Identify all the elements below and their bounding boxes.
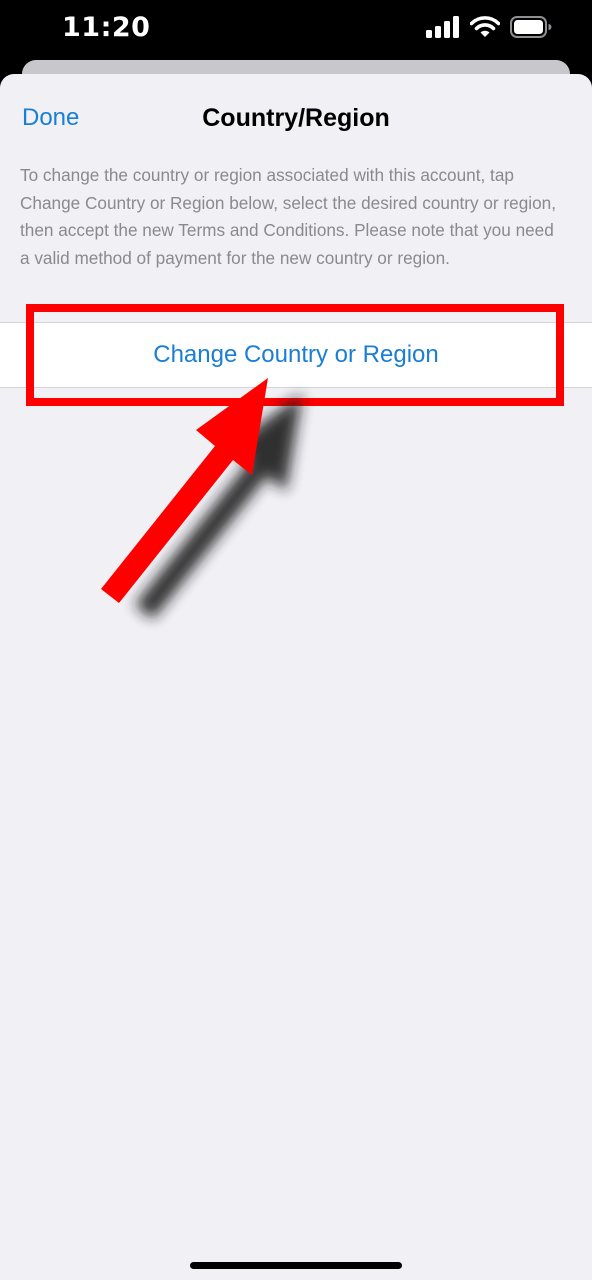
- country-region-sheet: Done Country/Region To change the countr…: [0, 74, 592, 1280]
- home-indicator: [190, 1262, 402, 1269]
- signal-icon: [426, 16, 459, 38]
- done-button[interactable]: Done: [22, 104, 79, 132]
- page-title: Country/Region: [202, 104, 390, 132]
- status-icons: [426, 16, 552, 38]
- status-time: 11:20: [62, 12, 151, 43]
- change-country-button[interactable]: Change Country or Region: [0, 323, 592, 387]
- wifi-icon: [470, 16, 500, 37]
- description-text: To change the country or region associat…: [20, 165, 556, 268]
- change-country-cell: Change Country or Region: [0, 322, 592, 388]
- navigation-bar: Done Country/Region: [0, 74, 592, 164]
- battery-icon: [510, 16, 552, 38]
- status-bar: 11:20: [0, 0, 592, 60]
